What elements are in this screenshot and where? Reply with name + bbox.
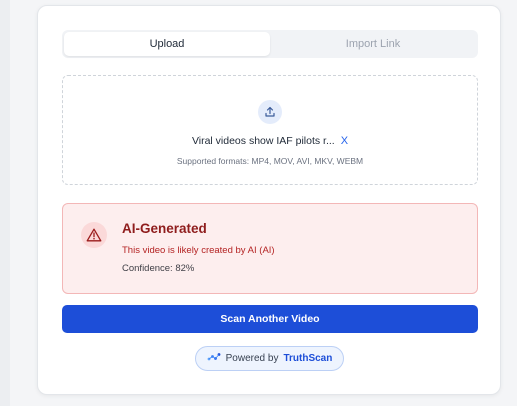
- tab-import-link[interactable]: Import Link: [270, 32, 476, 56]
- scan-card: Upload Import Link Viral videos show IAF…: [37, 5, 501, 395]
- truthscan-brand: TruthScan: [283, 353, 333, 364]
- warning-triangle-icon: [81, 222, 107, 248]
- file-name: Viral videos show IAF pilots r...: [191, 135, 335, 147]
- upload-dropzone[interactable]: Viral videos show IAF pilots r... X Supp…: [62, 75, 478, 185]
- source-tabs: Upload Import Link: [62, 30, 478, 58]
- tab-upload[interactable]: Upload: [64, 32, 270, 56]
- remove-file-button[interactable]: X: [341, 135, 348, 147]
- result-title: AI-Generated: [122, 221, 207, 236]
- powered-by-badge[interactable]: Powered by TruthScan: [195, 346, 344, 371]
- selected-file: Viral videos show IAF pilots r... X: [192, 135, 348, 147]
- result-description: This video is likely created by AI (AI): [122, 245, 275, 256]
- truthscan-logo-icon: [207, 352, 221, 365]
- page-edge: [0, 0, 10, 406]
- scan-another-video-button[interactable]: Scan Another Video: [62, 305, 478, 333]
- upload-icon: [258, 100, 282, 124]
- detection-result: AI-Generated This video is likely create…: [62, 203, 478, 294]
- confidence-score: Confidence: 82%: [122, 263, 195, 274]
- supported-formats: Supported formats: MP4, MOV, AVI, MKV, W…: [176, 156, 364, 166]
- powered-by-label: Powered by: [225, 353, 279, 364]
